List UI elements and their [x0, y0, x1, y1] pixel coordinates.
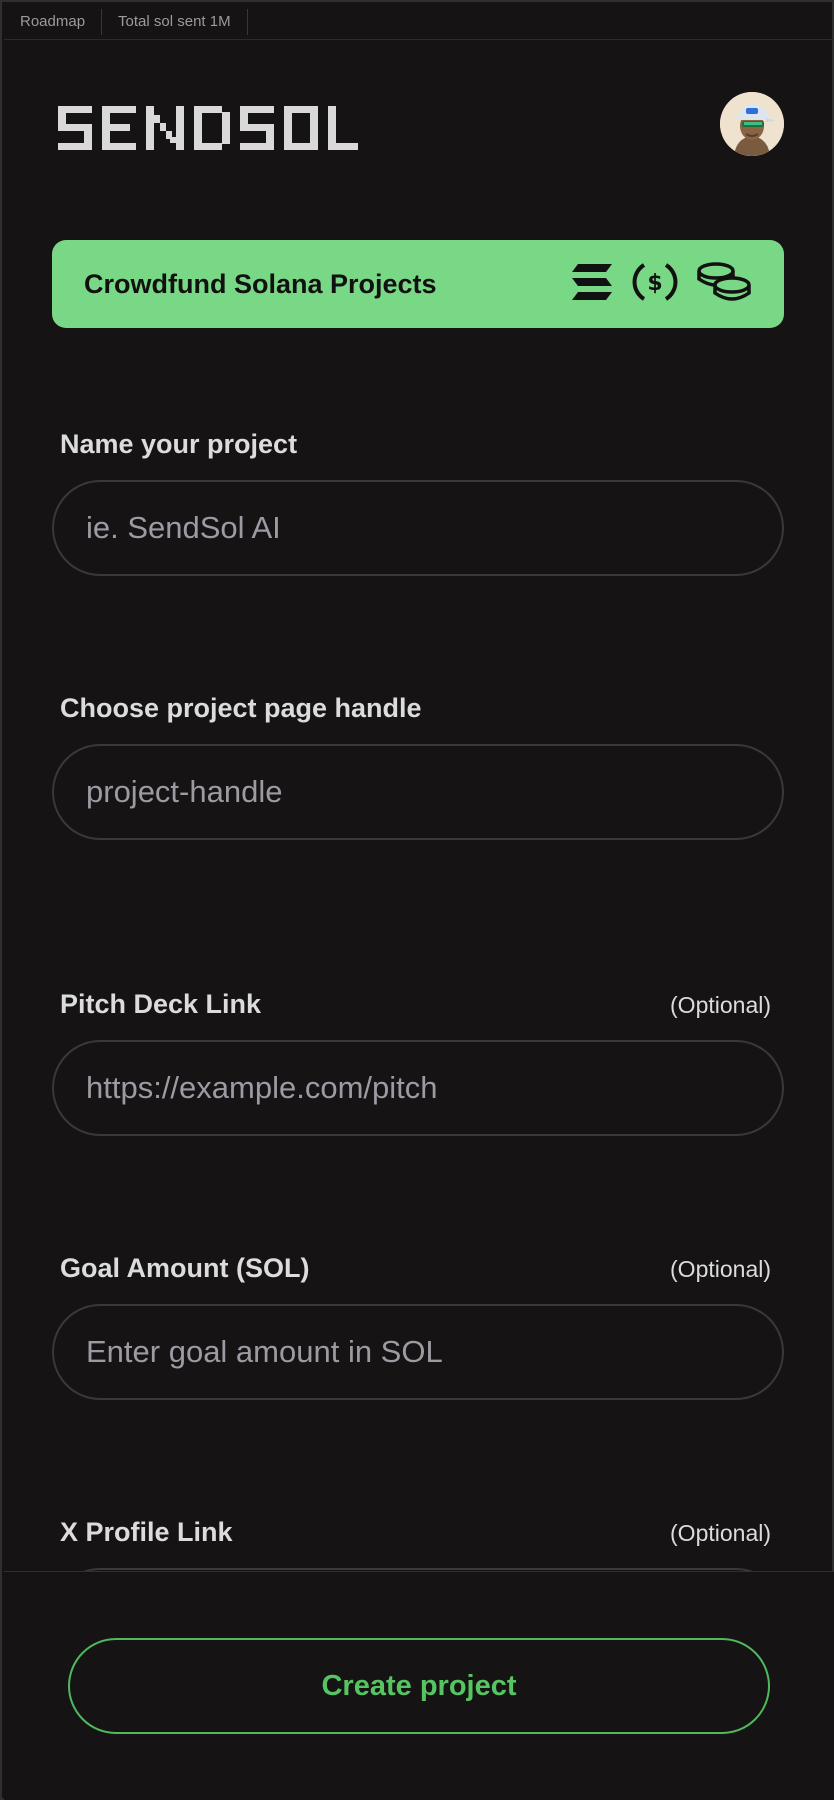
nav-total-sol-sent[interactable]: Total sol sent 1M: [102, 8, 248, 35]
create-project-button[interactable]: Create project: [68, 1638, 770, 1734]
x-profile-label: X Profile Link: [60, 1517, 233, 1547]
banner-icons: $: [570, 259, 752, 310]
project-handle-label: Choose project page handle: [60, 693, 422, 723]
user-avatar-icon[interactable]: [720, 92, 784, 156]
project-name-input[interactable]: [52, 480, 784, 576]
bottom-action-bar: Create project: [4, 1571, 834, 1800]
goal-amount-label: Goal Amount (SOL): [60, 1253, 310, 1283]
project-handle-input[interactable]: [52, 744, 784, 840]
solana-logo-icon: [570, 262, 614, 307]
dollar-coin-icon: $: [632, 259, 678, 310]
x-profile-optional: (Optional): [670, 1520, 771, 1546]
pitch-deck-label: Pitch Deck Link: [60, 989, 262, 1019]
app-frame: Roadmap Total sol sent 1M Crowdfund Sola…: [0, 0, 834, 1800]
banner-title: Crowdfund Solana Projects: [84, 268, 437, 299]
goal-amount-optional: (Optional): [670, 1256, 771, 1282]
goal-amount-input[interactable]: [52, 1304, 784, 1400]
project-name-label: Name your project: [60, 429, 298, 459]
svg-text:$: $: [647, 271, 662, 296]
nav-roadmap[interactable]: Roadmap: [4, 8, 103, 35]
top-nav: Roadmap Total sol sent 1M: [4, 4, 834, 40]
coin-stack-icon: [696, 261, 752, 308]
pitch-deck-input[interactable]: [52, 1040, 784, 1136]
pitch-deck-optional: (Optional): [670, 992, 771, 1018]
crowdfund-banner: Crowdfund Solana Projects $: [52, 240, 784, 328]
sendsol-logo[interactable]: [58, 106, 358, 150]
